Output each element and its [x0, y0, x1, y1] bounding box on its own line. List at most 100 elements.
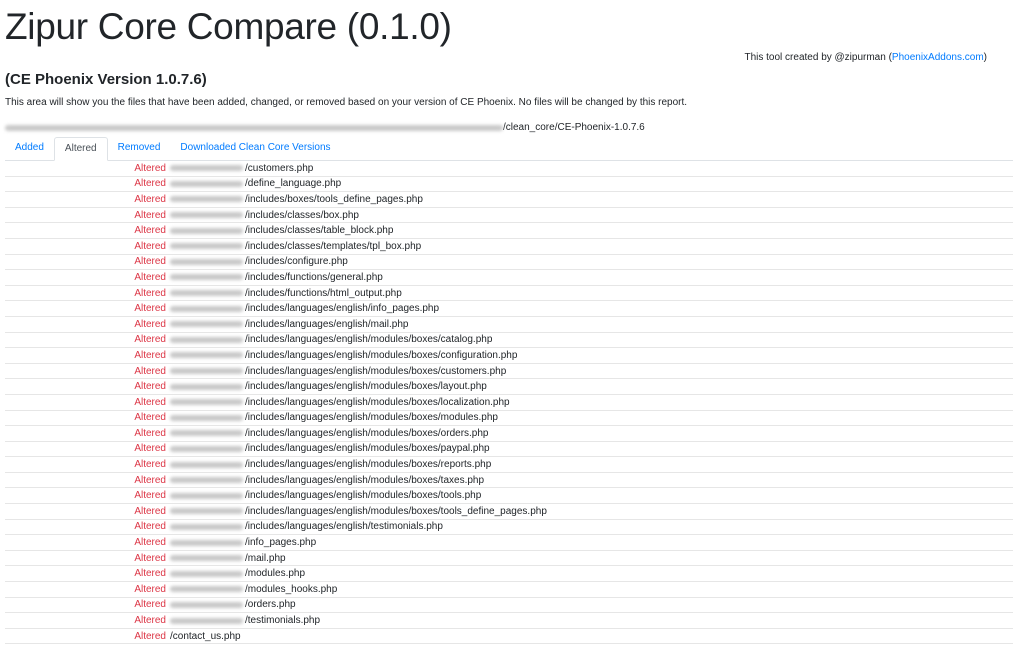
redacted-path — [170, 586, 243, 593]
row-path-text: /define_language.php — [245, 178, 342, 190]
table-row: Altered/modules.php — [5, 566, 1013, 583]
credit-prefix: This tool created by @zipurman ( — [744, 52, 892, 63]
row-status: Altered — [134, 615, 166, 627]
table-row: Altered/includes/classes/table_block.php — [5, 223, 1013, 239]
row-path-text: /includes/configure.php — [245, 256, 348, 268]
row-path: /includes/classes/box.php — [170, 210, 359, 221]
table-row: Altered/includes/languages/english/modul… — [5, 348, 1013, 364]
redacted-path — [170, 617, 243, 624]
row-path: /includes/languages/english/modules/boxe… — [170, 443, 490, 454]
row-path: /modules.php — [170, 568, 305, 579]
credit-line: This tool created by @zipurman (PhoenixA… — [744, 52, 987, 63]
row-path: /includes/functions/html_output.php — [170, 288, 402, 299]
row-path: /includes/configure.php — [170, 256, 348, 267]
row-status: Altered — [134, 490, 166, 502]
table-row: Altered/includes/languages/english/modul… — [5, 333, 1013, 349]
row-path: /includes/languages/english/modules/boxe… — [170, 397, 510, 408]
redacted-path — [170, 180, 243, 187]
row-path: /define_language.php — [170, 178, 341, 189]
phoenixaddons-link[interactable]: PhoenixAddons.com — [892, 52, 984, 63]
redacted-path — [170, 336, 243, 343]
redacted-path — [170, 321, 243, 328]
table-row: Altered/includes/classes/templates/tpl_b… — [5, 239, 1013, 255]
tab-added[interactable]: Added — [5, 137, 54, 160]
row-path: /customers.php — [170, 163, 313, 174]
table-row: Altered/define_language.php — [5, 177, 1013, 193]
redacted-path — [170, 368, 243, 375]
row-path-text: /includes/languages/english/modules/boxe… — [245, 443, 490, 455]
row-status: Altered — [134, 162, 166, 174]
row-path: /includes/languages/english/modules/boxe… — [170, 412, 498, 423]
table-row: Altered/includes/functions/html_output.p… — [5, 286, 1013, 302]
table-row: Altered/mail.php — [5, 551, 1013, 567]
row-path-text: /includes/languages/english/modules/boxe… — [245, 365, 507, 377]
row-path: /includes/languages/english/modules/boxe… — [170, 366, 506, 377]
table-row: Altered/info_pages.php — [5, 535, 1013, 551]
row-path: /includes/languages/english/modules/boxe… — [170, 506, 547, 517]
row-status: Altered — [134, 427, 166, 439]
row-path-text: /includes/languages/english/modules/boxe… — [245, 427, 489, 439]
redacted-path — [170, 508, 243, 515]
row-path: /includes/languages/english/mail.php — [170, 319, 408, 330]
table-row: Altered/includes/languages/english/modul… — [5, 411, 1013, 427]
row-path: /includes/classes/templates/tpl_box.php — [170, 241, 421, 252]
redacted-path — [170, 290, 243, 297]
row-status: Altered — [134, 630, 166, 642]
redacted-path — [170, 383, 243, 390]
redacted-path — [170, 258, 243, 265]
page-title: Zipur Core Compare (0.1.0) — [5, 6, 452, 47]
redacted-path — [170, 352, 243, 359]
row-status: Altered — [134, 225, 166, 237]
table-row: Altered/includes/languages/english/info_… — [5, 301, 1013, 317]
row-status: Altered — [134, 583, 166, 595]
redacted-path — [170, 227, 243, 234]
row-status: Altered — [134, 178, 166, 190]
row-path: /includes/languages/english/modules/boxe… — [170, 459, 491, 470]
row-status: Altered — [134, 459, 166, 471]
description-text: This area will show you the files that h… — [5, 97, 688, 108]
table-row: Altered/includes/functions/general.php — [5, 270, 1013, 286]
table-row: Altered/orders.php — [5, 598, 1013, 614]
row-status: Altered — [134, 365, 166, 377]
redacted-path — [5, 124, 503, 131]
table-row: Altered/customers.php — [5, 161, 1013, 177]
row-path: /includes/functions/general.php — [170, 272, 383, 283]
row-path-text: /includes/languages/english/modules/boxe… — [245, 334, 493, 346]
row-status: Altered — [134, 240, 166, 252]
row-status: Altered — [134, 193, 166, 205]
table-row: Altered/includes/configure.php — [5, 255, 1013, 271]
row-path-text: /includes/languages/english/modules/boxe… — [245, 474, 485, 486]
row-status: Altered — [134, 318, 166, 330]
row-status: Altered — [134, 505, 166, 517]
redacted-path — [170, 196, 243, 203]
row-path-text: /includes/languages/english/modules/boxe… — [245, 396, 510, 408]
tab-downloaded-versions[interactable]: Downloaded Clean Core Versions — [170, 137, 340, 160]
row-status: Altered — [134, 521, 166, 533]
row-path-text: /orders.php — [245, 599, 296, 611]
table-row: Altered/includes/boxes/tools_define_page… — [5, 192, 1013, 208]
row-path: /includes/languages/english/modules/boxe… — [170, 334, 492, 345]
table-row: Altered/includes/languages/english/modul… — [5, 473, 1013, 489]
row-path-text: /mail.php — [245, 552, 286, 564]
row-path-text: /includes/languages/english/modules/boxe… — [245, 381, 487, 393]
core-path: /clean_core/CE-Phoenix-1.0.7.6 — [5, 122, 645, 133]
row-path-text: /customers.php — [245, 162, 314, 174]
tab-removed[interactable]: Removed — [108, 137, 171, 160]
tab-bar: Added Altered Removed Downloaded Clean C… — [5, 137, 1013, 161]
row-path-text: /modules_hooks.php — [245, 583, 338, 595]
redacted-path — [170, 523, 243, 530]
row-path: /info_pages.php — [170, 537, 316, 548]
row-path-text: /modules.php — [245, 568, 306, 580]
row-path: /includes/languages/english/modules/boxe… — [170, 475, 484, 486]
row-status: Altered — [134, 271, 166, 283]
tab-altered[interactable]: Altered — [53, 137, 108, 161]
redacted-path — [170, 212, 243, 219]
row-path: /includes/classes/table_block.php — [170, 225, 393, 236]
redacted-path — [170, 414, 243, 421]
table-row: Altered/includes/languages/english/modul… — [5, 488, 1013, 505]
row-path: /modules_hooks.php — [170, 584, 337, 595]
table-row: Altered/modules_hooks.php — [5, 582, 1013, 598]
redacted-path — [170, 539, 243, 546]
row-path: /includes/languages/english/modules/boxe… — [170, 490, 481, 501]
row-status: Altered — [134, 209, 166, 221]
